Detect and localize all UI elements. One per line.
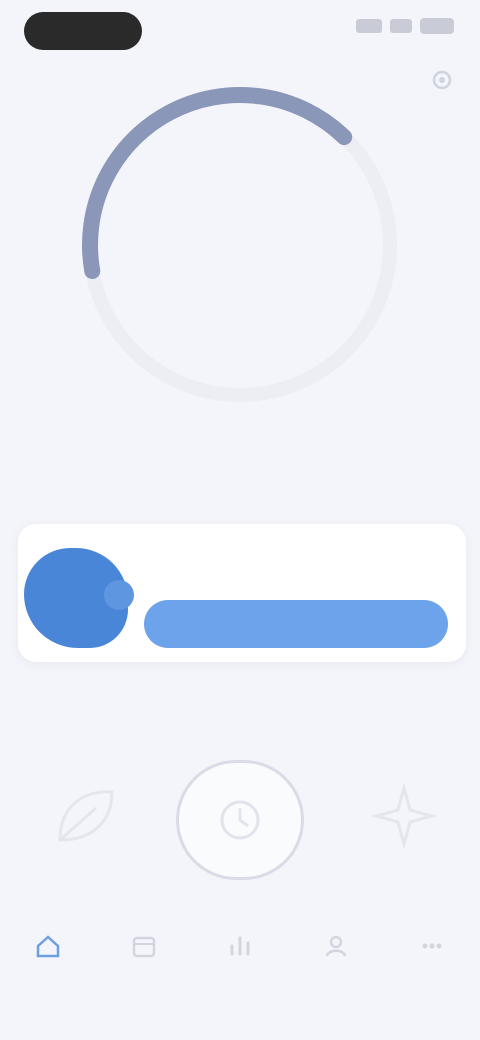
mode-option-right[interactable] bbox=[356, 774, 452, 868]
nav-item-stats[interactable] bbox=[200, 928, 280, 970]
chart-icon bbox=[222, 928, 258, 964]
status-icons bbox=[356, 18, 454, 34]
battery-icon bbox=[420, 18, 454, 34]
mode-option-center[interactable] bbox=[174, 760, 306, 890]
timer-ring[interactable] bbox=[40, 60, 440, 420]
calendar-icon bbox=[126, 928, 162, 964]
signal-icon bbox=[356, 19, 382, 33]
timer-ring-graphic bbox=[82, 87, 397, 402]
mode-option-left[interactable] bbox=[36, 774, 136, 868]
mode-selector bbox=[0, 760, 480, 900]
nav-item-home[interactable] bbox=[8, 928, 88, 970]
nav-item-profile[interactable] bbox=[296, 928, 376, 970]
status-bar bbox=[0, 0, 480, 64]
session-avatar bbox=[24, 548, 134, 648]
more-icon bbox=[414, 928, 450, 964]
nav-item-more[interactable] bbox=[392, 928, 472, 970]
session-card[interactable] bbox=[18, 524, 466, 662]
person-icon bbox=[318, 928, 354, 964]
bottom-nav bbox=[0, 928, 480, 1012]
leaf-icon bbox=[40, 774, 132, 858]
status-time bbox=[24, 12, 142, 50]
sparkle-icon bbox=[362, 774, 446, 858]
circle-timer-icon bbox=[176, 760, 304, 880]
wifi-icon bbox=[390, 19, 412, 33]
timer-ring-progress bbox=[82, 87, 353, 280]
home-icon bbox=[30, 928, 66, 964]
nav-item-calendar[interactable] bbox=[104, 928, 184, 970]
session-action-button[interactable] bbox=[144, 600, 448, 648]
app-screen bbox=[0, 0, 480, 1040]
